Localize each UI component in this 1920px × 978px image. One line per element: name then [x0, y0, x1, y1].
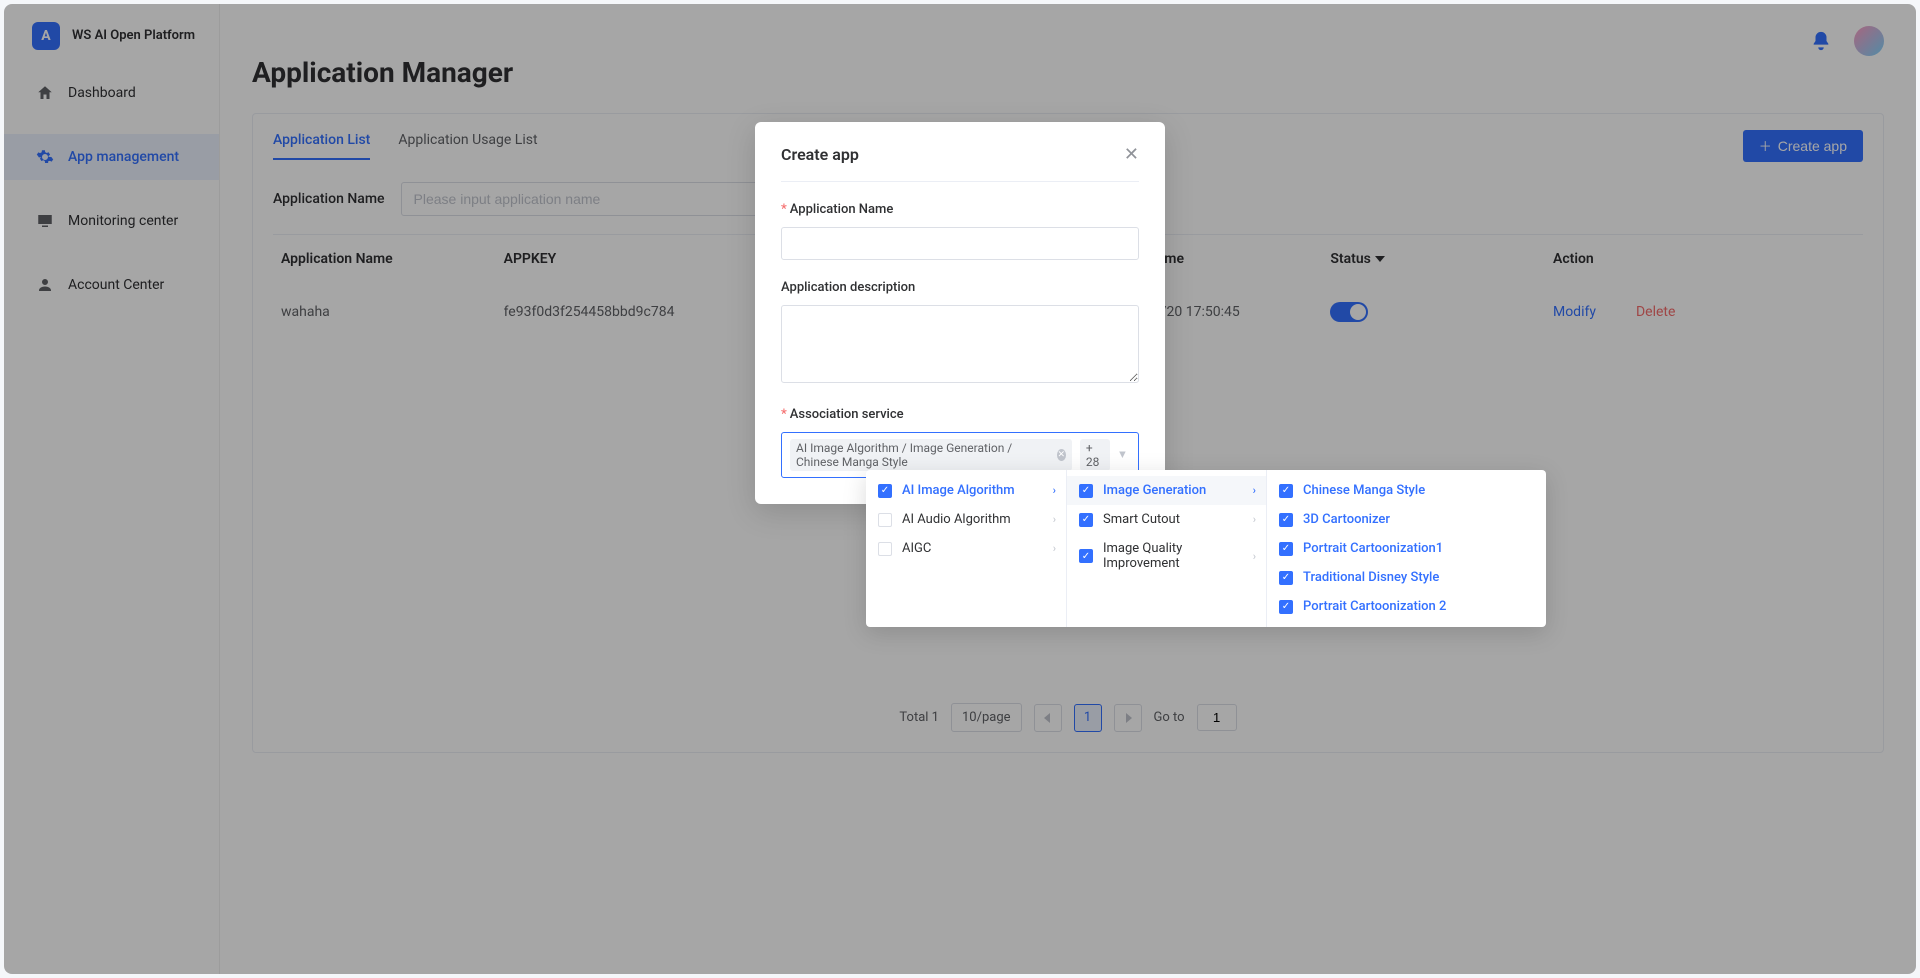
- cascader-option-label: Image Quality Improvement: [1103, 541, 1254, 571]
- cascader-more-tag: + 28: [1080, 439, 1110, 471]
- input-app-name[interactable]: [781, 227, 1139, 260]
- cascader-option[interactable]: ✓ AI Image Algorithm ›: [866, 476, 1066, 505]
- chevron-right-icon: ›: [1253, 513, 1256, 526]
- cascader-tag: AI Image Algorithm / Image Generation / …: [790, 439, 1072, 471]
- cascader-col-1: ✓AI Image Algorithm›AI Audio Algorithm›A…: [866, 470, 1066, 627]
- checkbox-icon: ✓: [1279, 600, 1293, 614]
- cascader-col-2: ✓ Image Generation › ✓ Smart Cutout › ✓ Image Q…: [1066, 470, 1266, 627]
- cascader-option[interactable]: AIGC ›: [866, 534, 1066, 563]
- label-app-desc: Application description: [781, 280, 1139, 295]
- cascader-option-label: Chinese Manga Style: [1303, 483, 1425, 498]
- chevron-right-icon: ›: [1053, 542, 1056, 555]
- cascader-option-label: Image Generation: [1103, 483, 1206, 498]
- input-app-desc[interactable]: [781, 305, 1139, 383]
- cascader-tag-text: AI Image Algorithm / Image Generation / …: [796, 441, 1053, 469]
- checkbox-icon: ✓: [1079, 513, 1093, 527]
- cascader-option[interactable]: ✓ Image Quality Improvement›: [1067, 534, 1266, 578]
- cascader-option[interactable]: ✓ Chinese Manga Style: [1267, 476, 1546, 505]
- chevron-right-icon: ›: [1253, 484, 1256, 497]
- cascader-col-3: ✓ Chinese Manga Style ✓ 3D Cartoonizer ✓ Port…: [1266, 470, 1546, 627]
- checkbox-icon: ✓: [1079, 484, 1093, 498]
- checkbox-icon: [878, 542, 892, 556]
- cascader-option[interactable]: AI Audio Algorithm ›: [866, 505, 1066, 534]
- cascader-option[interactable]: ✓ Traditional Disney Style: [1267, 563, 1546, 592]
- cascader-option[interactable]: ✓ Portrait Cartoonization1: [1267, 534, 1546, 563]
- checkbox-icon: ✓: [1079, 549, 1093, 563]
- tag-close-icon[interactable]: ✕: [1057, 449, 1066, 461]
- cascader-option[interactable]: ✓ Portrait Cartoonization 2: [1267, 592, 1546, 621]
- label-association: *Association service: [781, 407, 1139, 422]
- cascader-option-label: Portrait Cartoonization 2: [1303, 599, 1446, 614]
- checkbox-icon: ✓: [1279, 484, 1293, 498]
- create-app-modal: Create app ✕ *Application Name Applicati…: [755, 122, 1165, 504]
- chevron-right-icon: ›: [1053, 484, 1056, 497]
- checkbox-icon: ✓: [1279, 571, 1293, 585]
- cascader-option-label: AIGC: [902, 541, 931, 556]
- chevron-up-icon: ▲: [1117, 449, 1128, 462]
- cascader-option[interactable]: ✓ 3D Cartoonizer: [1267, 505, 1546, 534]
- label-app-name: *Application Name: [781, 202, 1139, 217]
- modal-title: Create app: [781, 145, 859, 164]
- cascader-option-label: 3D Cartoonizer: [1303, 512, 1390, 527]
- chevron-right-icon: ›: [1053, 513, 1056, 526]
- cascader-option[interactable]: ✓ Image Generation ›: [1067, 476, 1266, 505]
- checkbox-icon: ✓: [1279, 542, 1293, 556]
- cascader-option-label: Smart Cutout: [1103, 512, 1180, 527]
- close-icon[interactable]: ✕: [1124, 144, 1139, 165]
- cascader-dropdown: ✓AI Image Algorithm›AI Audio Algorithm›A…: [866, 470, 1546, 627]
- cascader-option-label: Traditional Disney Style: [1303, 570, 1439, 585]
- checkbox-icon: ✓: [878, 484, 892, 498]
- cascader-option-label: AI Image Algorithm: [902, 483, 1015, 498]
- checkbox-icon: [878, 513, 892, 527]
- cascader-option[interactable]: ✓ Smart Cutout ›: [1067, 505, 1266, 534]
- cascader-option-label: AI Audio Algorithm: [902, 512, 1011, 527]
- checkbox-icon: ✓: [1279, 513, 1293, 527]
- chevron-right-icon: ›: [1253, 550, 1256, 563]
- cascader-option-label: Portrait Cartoonization1: [1303, 541, 1443, 556]
